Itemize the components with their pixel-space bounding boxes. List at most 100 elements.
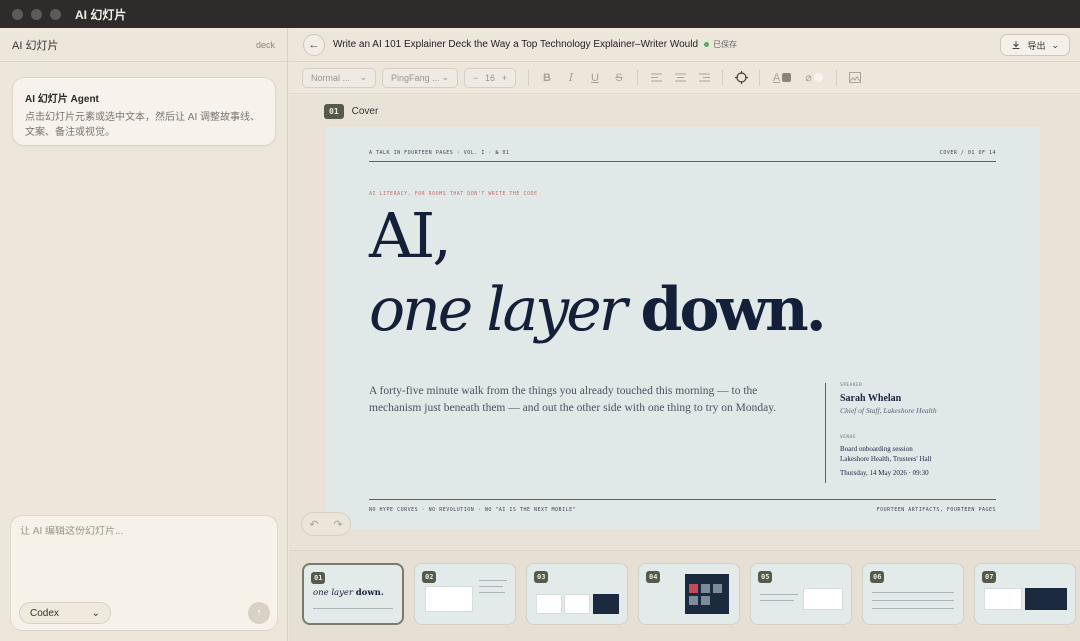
strikethrough-icon[interactable]: S	[610, 69, 628, 87]
arrow-up-icon: ↑	[256, 607, 262, 619]
speaker-key: SPEAKER	[840, 383, 863, 388]
thumbnail-rule	[872, 600, 954, 601]
toolbar-divider	[836, 69, 837, 86]
thumbnail-tile	[701, 584, 710, 593]
thumbnail-number: 01	[311, 572, 326, 584]
thumbnail-slide-02[interactable]: 02	[414, 563, 516, 625]
chevron-down-icon: ⌄	[91, 607, 100, 619]
align-right-icon[interactable]	[695, 69, 713, 87]
agent-description: 点击幻灯片元素或选中文本，然后让 AI 调整故事线、文案、备注或视觉。	[25, 112, 261, 138]
font-family-value: PingFang ...	[391, 72, 440, 83]
close-window-button[interactable]	[12, 8, 23, 20]
thumbnail-number: 06	[870, 571, 885, 583]
slide-running-footer[interactable]: NO HYPE CURVES · NO REVOLUTION · NO "AI …	[369, 499, 996, 513]
thumbnail-headline: one layer down.	[313, 588, 384, 598]
slide-canvas: 01 Cover A TALK IN FOURTEEN PAGES · VOL.…	[289, 95, 1080, 550]
thumbnail-card	[536, 594, 562, 614]
headline-line-2[interactable]: one layer down.	[369, 275, 827, 345]
thumbnail-slide-07[interactable]: 07	[974, 563, 1076, 625]
download-icon	[1012, 41, 1020, 49]
headline-line-1[interactable]: AI,	[369, 205, 452, 267]
toolbar-divider	[528, 69, 529, 86]
bold-icon[interactable]: B	[538, 69, 556, 87]
thumbnail-rule	[872, 592, 954, 593]
minimize-window-button[interactable]	[31, 8, 42, 20]
thumbnail-number: 04	[646, 571, 661, 583]
slide-running-header[interactable]: A TALK IN FOURTEEN PAGES · VOL. I · № 01…	[369, 150, 996, 162]
thumbnail-headline-italic: one layer	[313, 588, 354, 598]
thumbnail-rule	[313, 608, 393, 609]
format-toolbar: Normal ... ⌄ PingFang ... ⌄ − 16 + B I U…	[289, 62, 1080, 94]
back-button[interactable]: ←	[303, 33, 325, 56]
thumbnail-dark-card	[1025, 588, 1067, 610]
thumbnail-slide-06[interactable]: 06	[862, 563, 964, 625]
target-select-icon[interactable]	[732, 69, 750, 87]
font-family-select[interactable]: PingFang ... ⌄	[382, 67, 458, 88]
thumbnail-rule	[760, 594, 798, 595]
thumbnail-slide-04[interactable]: 04	[638, 563, 740, 625]
document-header: ← Write an AI 101 Explainer Deck the Way…	[289, 28, 1080, 62]
speaker-name: Sarah Whelan	[840, 393, 902, 404]
slide-kicker[interactable]: AI LITERACY, FOR ROOMS THAT DON'T WRITE …	[369, 191, 538, 197]
underline-icon[interactable]: U	[586, 69, 604, 87]
paragraph-style-select[interactable]: Normal ... ⌄	[302, 67, 376, 88]
thumbnail-rule	[479, 586, 503, 587]
send-button[interactable]: ↑	[248, 602, 270, 624]
font-size-value: 16	[484, 72, 495, 83]
main-area: ← Write an AI 101 Explainer Deck the Way…	[289, 28, 1080, 641]
slide-meta[interactable]: SPEAKER Sarah Whelan Chief of Staff, Lak…	[840, 383, 1020, 477]
undo-icon[interactable]: ↶	[309, 518, 318, 531]
arrow-left-icon: ←	[308, 38, 320, 51]
thumbnail-card	[425, 586, 473, 612]
thumbnail-slide-05[interactable]: 05	[750, 563, 852, 625]
venue-line-2: Lakeshore Health, Trustees' Hall	[840, 455, 932, 463]
prompt-input[interactable]	[20, 526, 270, 537]
thumbnail-tile	[689, 584, 698, 593]
thumbnail-card	[984, 588, 1022, 610]
thumbnail-slide-03[interactable]: 03	[526, 563, 628, 625]
redo-icon[interactable]: ↷	[333, 518, 342, 531]
thumbnail-tile	[701, 596, 710, 605]
thumbnail-rule	[479, 592, 505, 593]
slide-lede[interactable]: A forty-five minute walk from the things…	[369, 383, 809, 417]
thumbnail-slide-01[interactable]: 01 one layer down.	[302, 563, 404, 625]
slide-cover[interactable]: A TALK IN FOURTEEN PAGES · VOL. I · № 01…	[325, 127, 1040, 529]
align-left-icon[interactable]	[647, 69, 665, 87]
paragraph-style-value: Normal ...	[311, 72, 351, 83]
thumbnail-dark-card	[593, 594, 619, 614]
chevron-down-icon: ⌄	[441, 72, 449, 82]
composer: Codex ⌄ ↑	[10, 515, 278, 631]
thumbnail-number: 07	[982, 571, 997, 583]
chevron-down-icon: ⌄	[359, 72, 367, 82]
toolbar-divider	[637, 69, 638, 86]
sidebar-header: AI 幻灯片 deck	[0, 28, 287, 62]
thumbnail-dark-panel	[685, 574, 729, 614]
export-button[interactable]: 导出 ⌄	[1000, 34, 1070, 56]
model-select[interactable]: Codex ⌄	[19, 602, 111, 624]
headline-italic: one layer	[369, 275, 627, 345]
thumbnail-number: 02	[422, 571, 437, 583]
thumbnail-number: 05	[758, 571, 773, 583]
font-size-increase-button[interactable]: +	[502, 73, 507, 83]
highlight-color-icon[interactable]: ⌀	[801, 69, 827, 87]
speaker-role: Chief of Staff, Lakeshore Health	[840, 406, 937, 415]
thumbnail-tile	[713, 584, 722, 593]
app-title: AI 幻灯片	[75, 7, 127, 22]
image-icon[interactable]	[846, 69, 864, 87]
text-color-icon[interactable]: A	[769, 69, 795, 87]
venue-key: VENUE	[840, 435, 857, 440]
thumbnail-strip: 01 one layer down. 02 03 04 05 06 07	[289, 550, 1080, 641]
venue-date: Thursday, 14 May 2026 · 09:30	[840, 469, 929, 477]
running-header-left: A TALK IN FOURTEEN PAGES · VOL. I · № 01	[369, 150, 510, 156]
chevron-down-icon: ⌄	[1051, 39, 1059, 50]
align-center-icon[interactable]	[671, 69, 689, 87]
venue-line-1: Board onboarding session	[840, 445, 913, 453]
thumbnail-headline-bold: down.	[355, 588, 384, 598]
font-size-stepper[interactable]: − 16 +	[464, 67, 516, 88]
toolbar-divider	[759, 69, 760, 86]
sidebar: AI 幻灯片 deck AI 幻灯片 Agent 点击幻灯片元素或选中文本，然后…	[0, 28, 288, 641]
zoom-window-button[interactable]	[50, 8, 61, 20]
font-size-decrease-button[interactable]: −	[473, 73, 478, 83]
running-footer-left: NO HYPE CURVES · NO REVOLUTION · NO "AI …	[369, 507, 577, 513]
italic-icon[interactable]: I	[562, 69, 580, 87]
